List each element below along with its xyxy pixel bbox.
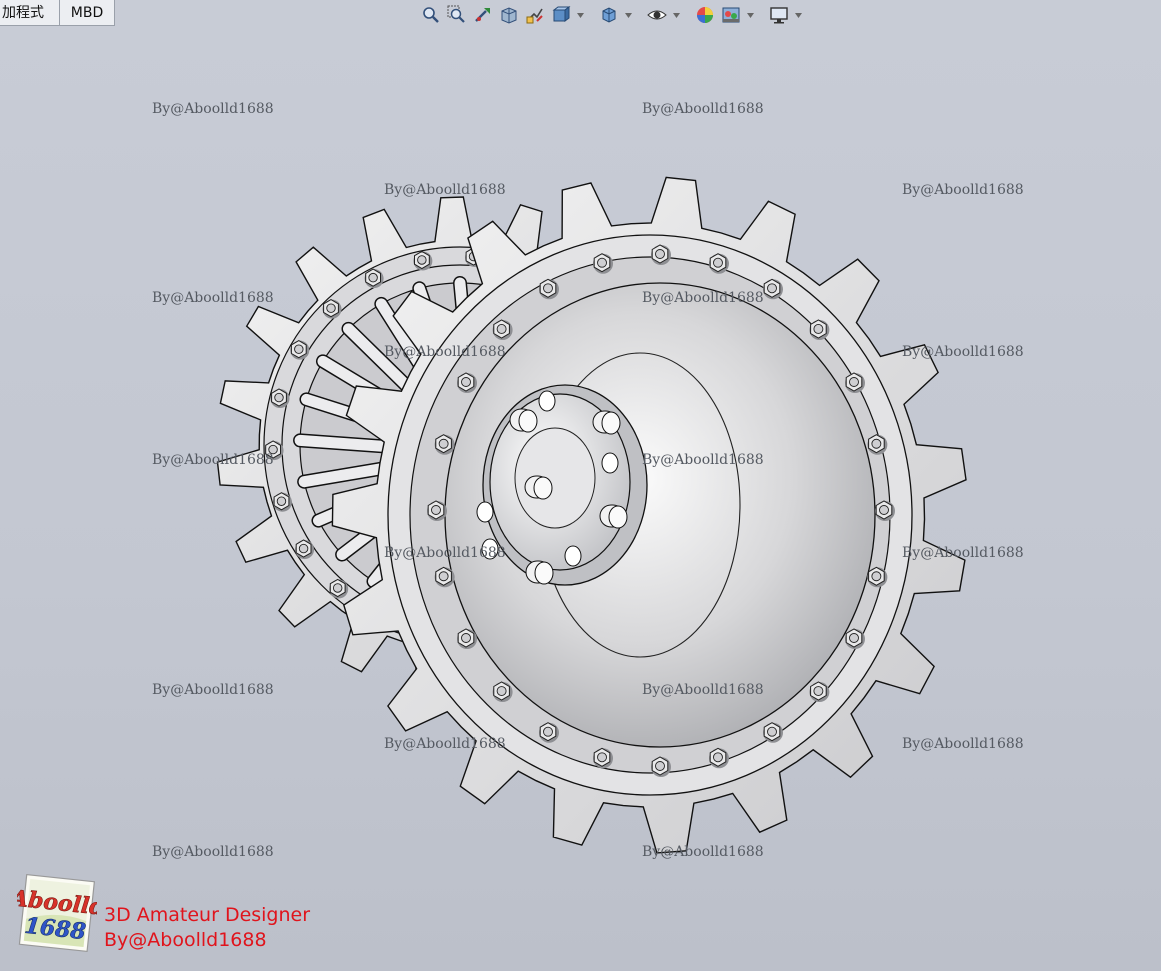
watermark: By@Aboolld1688 [642, 290, 764, 306]
graphics-area[interactable] [0, 0, 1161, 971]
brand-caption: 3D Amateur Designer By@Aboolld1688 [104, 903, 310, 953]
watermark: By@Aboolld1688 [642, 101, 764, 117]
aboolld-logo: Aboolld 1688 [17, 873, 97, 952]
watermark: By@Aboolld1688 [152, 452, 274, 468]
brand-title: 3D Amateur Designer [104, 904, 311, 926]
watermark: By@Aboolld1688 [384, 182, 506, 198]
watermark: By@Aboolld1688 [384, 736, 506, 752]
watermark: By@Aboolld1688 [152, 290, 274, 306]
watermark: By@Aboolld1688 [642, 682, 764, 698]
brand-handle: By@Aboolld1688 [104, 929, 267, 951]
watermark: By@Aboolld1688 [642, 452, 764, 468]
watermark: By@Aboolld1688 [902, 344, 1024, 360]
watermark: By@Aboolld1688 [152, 844, 274, 860]
watermark: By@Aboolld1688 [152, 682, 274, 698]
watermark: By@Aboolld1688 [902, 736, 1024, 752]
watermark: By@Aboolld1688 [642, 844, 764, 860]
watermark: By@Aboolld1688 [384, 344, 506, 360]
watermark: By@Aboolld1688 [902, 182, 1024, 198]
watermark: By@Aboolld1688 [902, 545, 1024, 561]
watermark: By@Aboolld1688 [384, 545, 506, 561]
watermark: By@Aboolld1688 [152, 101, 274, 117]
